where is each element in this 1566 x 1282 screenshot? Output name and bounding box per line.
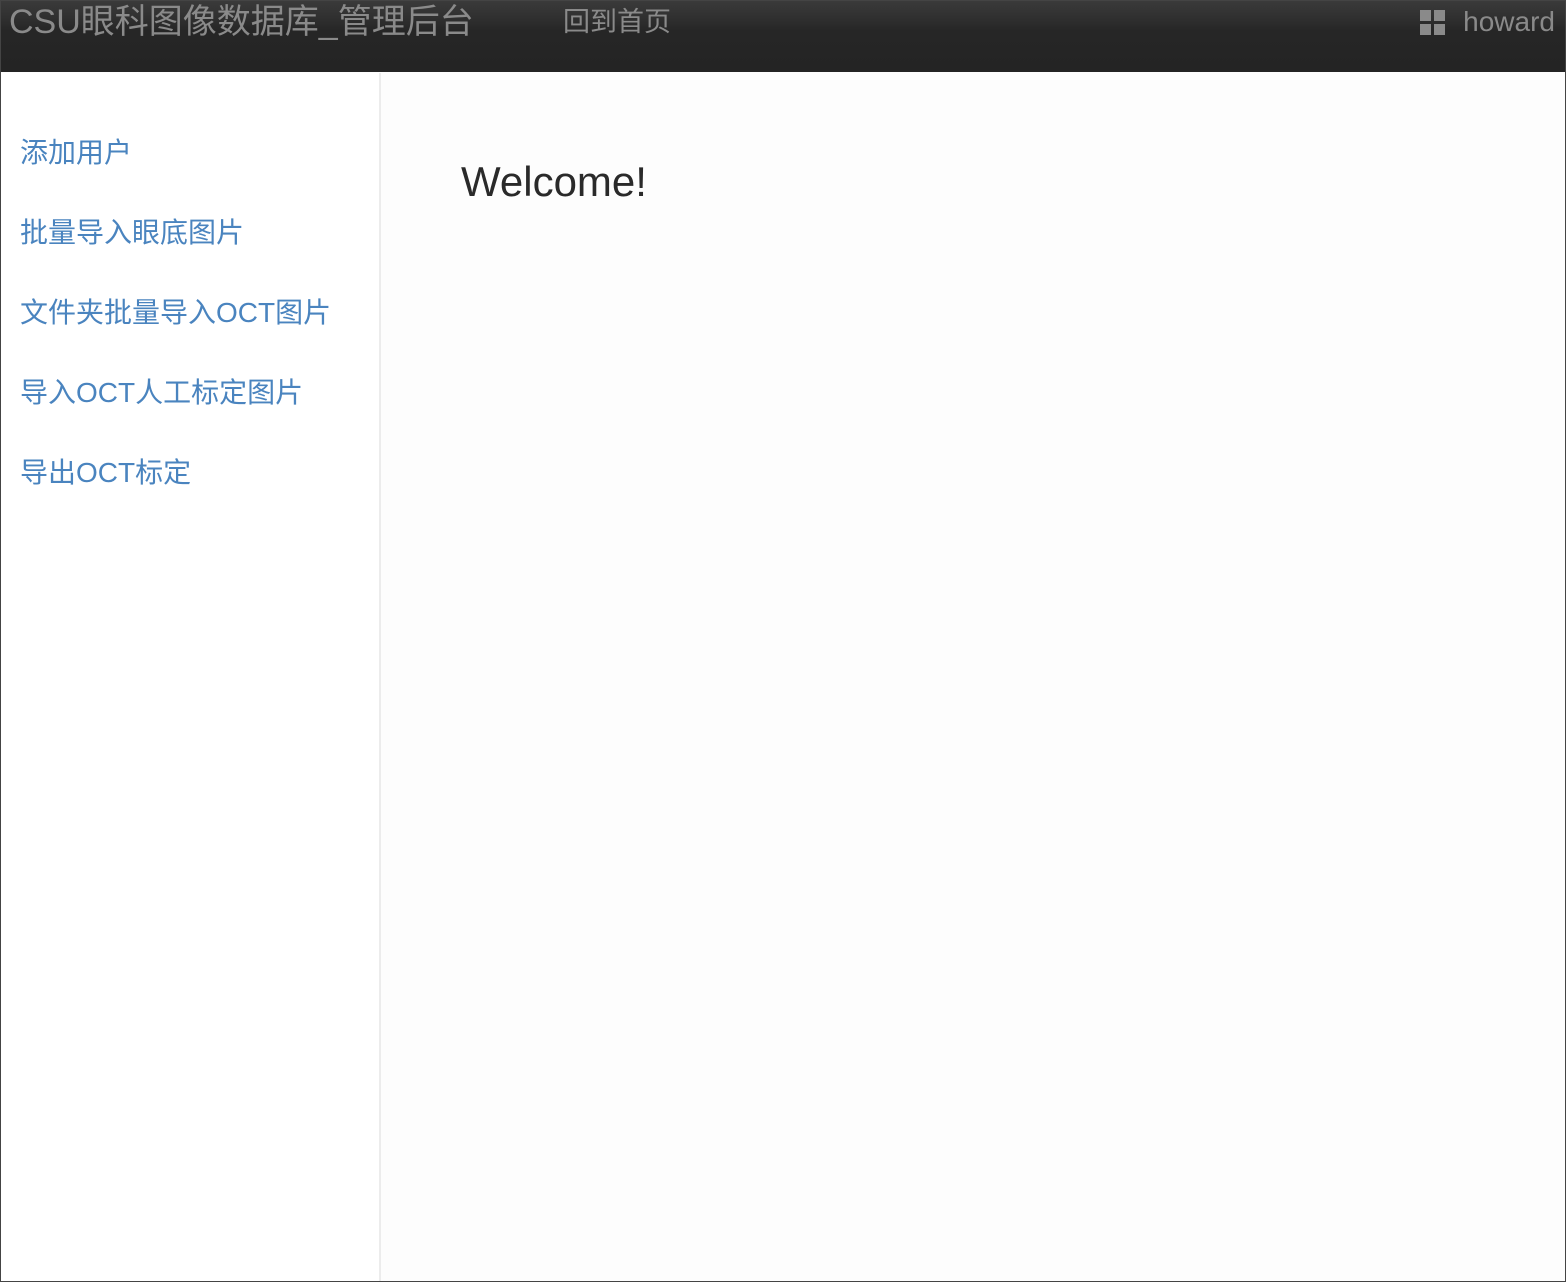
top-navbar: CSU眼科图像数据库_管理后台 回到首页 howard	[1, 1, 1565, 72]
user-menu[interactable]: howard	[1420, 5, 1555, 39]
sidebar-item-add-user[interactable]: 添加用户	[20, 135, 132, 171]
sidebar-item-batch-import-fundus[interactable]: 批量导入眼底图片	[20, 215, 244, 251]
sidebar: 添加用户 批量导入眼底图片 文件夹批量导入OCT图片 导入OCT人工标定图片 导…	[1, 73, 381, 1281]
welcome-heading: Welcome!	[461, 158, 647, 205]
brand-title[interactable]: CSU眼科图像数据库_管理后台	[9, 1, 474, 43]
sidebar-item-import-oct-annotation[interactable]: 导入OCT人工标定图片	[20, 375, 303, 411]
username[interactable]: howard	[1463, 5, 1555, 39]
main-content: Welcome!	[381, 73, 1565, 1281]
sidebar-item-export-oct-annotation[interactable]: 导出OCT标定	[20, 455, 191, 491]
sidebar-item-folder-import-oct[interactable]: 文件夹批量导入OCT图片	[20, 295, 331, 331]
app-window: CSU眼科图像数据库_管理后台 回到首页 howard 添加用户 批量导入眼底图…	[0, 0, 1566, 1282]
home-link[interactable]: 回到首页	[563, 5, 671, 39]
grid-icon[interactable]	[1420, 9, 1446, 35]
